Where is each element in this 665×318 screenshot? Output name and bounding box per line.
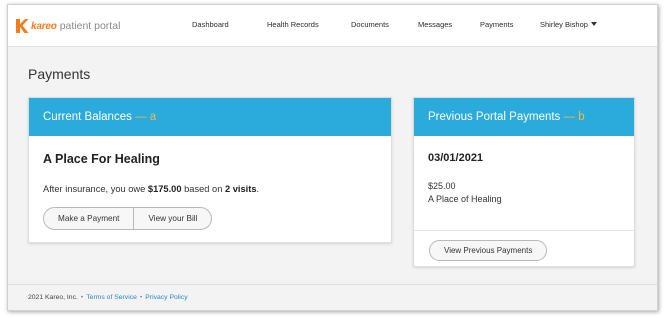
owe-prefix: After insurance, you owe (43, 184, 146, 194)
nav-health-records[interactable]: Health Records (267, 20, 319, 29)
previous-payments-card: Previous Portal Payments — b 03/01/2021 … (413, 97, 635, 267)
privacy-policy-link[interactable]: Privacy Policy (145, 294, 187, 301)
user-name: Shirley Bishop (540, 20, 588, 29)
view-previous-payments-button[interactable]: View Previous Payments (429, 240, 548, 261)
owe-amount: $175.00 (147, 184, 182, 194)
portal-window: kareo patient portal Dashboard Health Re… (7, 4, 658, 311)
nav-messages[interactable]: Messages (418, 20, 452, 29)
balance-summary: After insurance, you owe $175.00 based o… (43, 184, 259, 194)
view-bill-button[interactable]: View your Bill (133, 208, 211, 229)
page-title: Payments (28, 66, 91, 82)
payment-practice: A Place of Healing (428, 194, 502, 204)
nav-links: Dashboard Health Records Documents Messa… (8, 20, 657, 32)
nav-dashboard[interactable]: Dashboard (192, 20, 229, 29)
user-menu[interactable]: Shirley Bishop (540, 20, 597, 29)
owe-middle: based on (184, 184, 223, 194)
footer-copyright: 2021 Kareo, Inc. (28, 294, 78, 301)
payment-amount: $25.00 (428, 181, 456, 191)
owe-suffix: . (256, 184, 260, 194)
footer: 2021 Kareo, Inc. • Terms of Service • Privac… (8, 284, 657, 310)
terms-of-service-link[interactable]: Terms of Service (86, 294, 137, 301)
card-divider (414, 230, 634, 231)
payment-date: 03/01/2021 (428, 152, 484, 164)
nav-payments[interactable]: Payments (480, 20, 513, 29)
footer-content: 2021 Kareo, Inc. • Terms of Service • Privac… (28, 294, 188, 301)
annotation-a: — a (135, 111, 157, 123)
previous-payments-title: Previous Portal Payments (428, 111, 561, 123)
make-payment-button[interactable]: Make a Payment (44, 208, 133, 229)
current-balances-title: Current Balances (43, 111, 132, 123)
nav-documents[interactable]: Documents (351, 20, 389, 29)
current-balances-card: Current Balances — a A Place For Healing… (28, 97, 392, 243)
practice-name: A Place For Healing (43, 152, 160, 166)
balance-actions: Make a Payment View your Bill (43, 207, 213, 230)
current-balances-header: Current Balances — a (29, 98, 391, 136)
previous-payments-header: Previous Portal Payments — b (414, 98, 634, 136)
annotation-b: — b (563, 111, 585, 123)
top-navigation-bar: kareo patient portal Dashboard Health Re… (8, 5, 657, 47)
footer-separator: • (80, 294, 84, 301)
visit-count: 2 visits (224, 184, 257, 194)
footer-separator: • (139, 294, 143, 301)
caret-down-icon (590, 22, 597, 26)
